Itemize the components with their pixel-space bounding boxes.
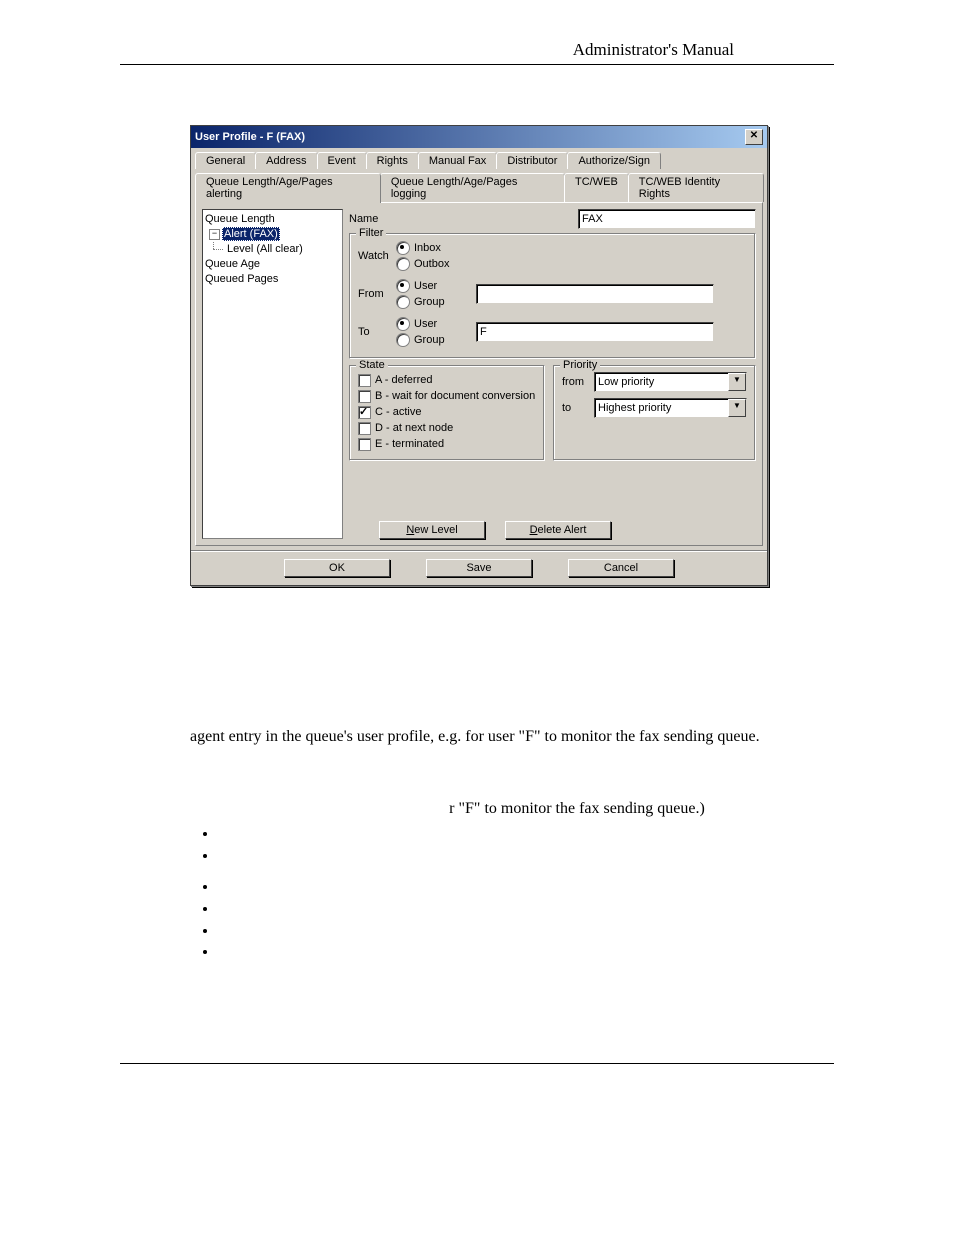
tree-collapse-icon[interactable]: − bbox=[209, 229, 220, 240]
chevron-down-icon: ▼ bbox=[728, 399, 746, 417]
state-c-label: C - active bbox=[375, 404, 421, 420]
state-c-option[interactable]: C - active bbox=[358, 404, 536, 420]
state-e-label: E - terminated bbox=[375, 436, 444, 452]
document-body: agent entry in the queue's user profile,… bbox=[120, 726, 834, 963]
priority-from-select[interactable]: Low priority ▼ bbox=[594, 372, 747, 392]
from-user-label: User bbox=[414, 278, 437, 294]
dialog-bottom-bar: OK Save Cancel bbox=[191, 550, 767, 585]
dialog-title: User Profile - F (FAX) bbox=[195, 131, 305, 143]
tab-distributor[interactable]: Distributor bbox=[496, 152, 568, 169]
checkbox-icon bbox=[358, 390, 371, 403]
from-label: From bbox=[358, 288, 396, 300]
radio-icon bbox=[396, 257, 410, 271]
list-item bbox=[218, 898, 834, 920]
right-pane: Name Filter Watch Inbox Outbox bbox=[349, 209, 756, 539]
tab-queue-logging[interactable]: Queue Length/Age/Pages logging bbox=[380, 173, 565, 202]
state-b-label: B - wait for document conversion bbox=[375, 388, 535, 404]
tree-alert-label: Alert (FAX) bbox=[222, 227, 280, 241]
watch-inbox-option[interactable]: Inbox bbox=[396, 240, 466, 256]
priority-from-label: from bbox=[562, 376, 588, 388]
list-item bbox=[218, 941, 834, 963]
checkbox-icon bbox=[358, 438, 371, 451]
bullet-list bbox=[190, 823, 834, 963]
tab-manual-fax[interactable]: Manual Fax bbox=[418, 152, 497, 169]
to-user-label: User bbox=[414, 316, 437, 332]
user-profile-dialog: User Profile - F (FAX) ✕ General Address… bbox=[190, 125, 768, 586]
tabs-row-2: Queue Length/Age/Pages alerting Queue Le… bbox=[191, 169, 767, 202]
state-legend: State bbox=[356, 359, 388, 371]
tab-tcweb[interactable]: TC/WEB bbox=[564, 173, 629, 202]
to-input[interactable] bbox=[476, 322, 714, 342]
filter-legend: Filter bbox=[356, 227, 386, 239]
tab-authorize-sign[interactable]: Authorize/Sign bbox=[567, 152, 661, 169]
chevron-down-icon: ▼ bbox=[728, 373, 746, 391]
tab-general[interactable]: General bbox=[195, 152, 256, 169]
delete-alert-button[interactable]: Delete Alert bbox=[505, 521, 611, 539]
tab-tcweb-identity[interactable]: TC/WEB Identity Rights bbox=[628, 173, 764, 202]
cancel-button[interactable]: Cancel bbox=[568, 559, 674, 577]
to-group-option[interactable]: Group bbox=[396, 332, 466, 348]
filter-fieldset: Filter Watch Inbox Outbox From User bbox=[349, 233, 756, 359]
tab-queue-alerting[interactable]: Queue Length/Age/Pages alerting bbox=[195, 173, 381, 203]
tab-panel: Queue Length −Alert (FAX) Level (All cle… bbox=[195, 202, 763, 546]
dialog-titlebar: User Profile - F (FAX) ✕ bbox=[191, 126, 767, 148]
tab-event[interactable]: Event bbox=[317, 152, 367, 169]
tab-address[interactable]: Address bbox=[255, 152, 317, 169]
tabs-row-1: General Address Event Rights Manual Fax … bbox=[191, 148, 767, 169]
watch-outbox-option[interactable]: Outbox bbox=[396, 256, 466, 272]
from-input[interactable] bbox=[476, 284, 714, 304]
list-item bbox=[218, 876, 834, 898]
state-a-label: A - deferred bbox=[375, 372, 432, 388]
checkbox-icon bbox=[358, 406, 371, 419]
state-d-option[interactable]: D - at next node bbox=[358, 420, 536, 436]
ok-button[interactable]: OK bbox=[284, 559, 390, 577]
close-icon[interactable]: ✕ bbox=[745, 129, 763, 145]
tree-queued-pages[interactable]: Queued Pages bbox=[205, 272, 340, 287]
priority-to-select[interactable]: Highest priority ▼ bbox=[594, 398, 747, 418]
radio-icon bbox=[396, 295, 410, 309]
tree-alert-fax[interactable]: −Alert (FAX) bbox=[205, 227, 340, 242]
list-item bbox=[218, 823, 834, 845]
list-item bbox=[218, 920, 834, 942]
radio-icon bbox=[396, 241, 410, 255]
to-user-option[interactable]: User bbox=[396, 316, 466, 332]
radio-icon bbox=[396, 279, 410, 293]
state-e-option[interactable]: E - terminated bbox=[358, 436, 536, 452]
watch-label: Watch bbox=[358, 250, 396, 262]
tree-pane[interactable]: Queue Length −Alert (FAX) Level (All cle… bbox=[202, 209, 343, 539]
state-b-option[interactable]: B - wait for document conversion bbox=[358, 388, 536, 404]
from-group-option[interactable]: Group bbox=[396, 294, 466, 310]
tree-queue-length[interactable]: Queue Length bbox=[205, 212, 340, 227]
footer-divider bbox=[120, 1063, 834, 1064]
doc-line-1: agent entry in the queue's user profile,… bbox=[190, 726, 834, 748]
new-level-button[interactable]: New Level bbox=[379, 521, 485, 539]
name-label: Name bbox=[349, 213, 389, 225]
watch-outbox-label: Outbox bbox=[414, 256, 449, 272]
checkbox-icon bbox=[358, 374, 371, 387]
list-item bbox=[218, 845, 834, 867]
tree-level-all-clear[interactable]: Level (All clear) bbox=[205, 242, 340, 257]
watch-inbox-label: Inbox bbox=[414, 240, 441, 256]
to-label: To bbox=[358, 326, 396, 338]
state-d-label: D - at next node bbox=[375, 420, 453, 436]
save-button[interactable]: Save bbox=[426, 559, 532, 577]
to-group-label: Group bbox=[414, 332, 445, 348]
page-header: Administrator's Manual bbox=[120, 40, 834, 65]
priority-legend: Priority bbox=[560, 359, 600, 371]
radio-icon bbox=[396, 333, 410, 347]
priority-fieldset: Priority from Low priority ▼ to bbox=[553, 365, 756, 461]
state-fieldset: State A - deferred B - wait for document… bbox=[349, 365, 545, 461]
from-user-option[interactable]: User bbox=[396, 278, 466, 294]
state-a-option[interactable]: A - deferred bbox=[358, 372, 536, 388]
tree-queue-age[interactable]: Queue Age bbox=[205, 257, 340, 272]
tab-rights[interactable]: Rights bbox=[366, 152, 419, 169]
name-input[interactable] bbox=[578, 209, 756, 229]
from-group-label: Group bbox=[414, 294, 445, 310]
checkbox-icon bbox=[358, 422, 371, 435]
doc-line-2: r "F" to monitor the fax sending queue.) bbox=[190, 798, 834, 820]
priority-to-value: Highest priority bbox=[598, 402, 671, 414]
priority-to-label: to bbox=[562, 402, 588, 414]
radio-icon bbox=[396, 317, 410, 331]
priority-from-value: Low priority bbox=[598, 376, 654, 388]
